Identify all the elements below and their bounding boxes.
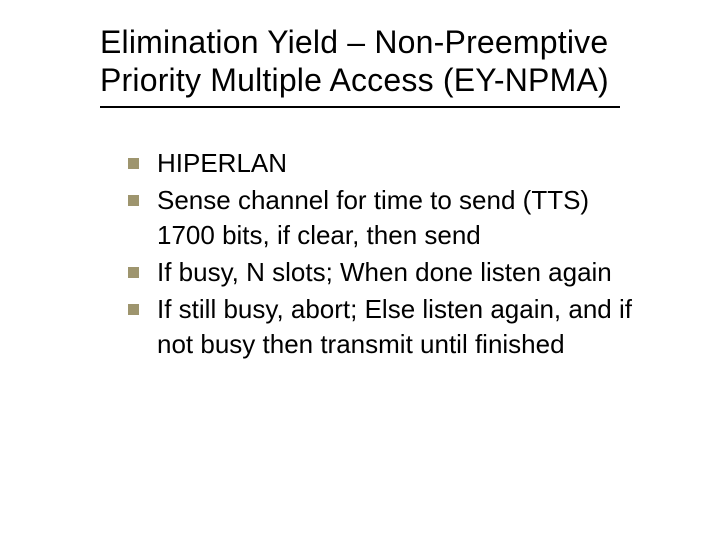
square-bullet-icon bbox=[128, 195, 139, 206]
slide-body: HIPERLAN Sense channel for time to send … bbox=[128, 146, 648, 365]
title-underline bbox=[100, 106, 620, 108]
slide: Elimination Yield – Non-Preemptive Prior… bbox=[0, 0, 720, 540]
list-item: Sense channel for time to send (TTS) 170… bbox=[128, 183, 648, 253]
list-item: HIPERLAN bbox=[128, 146, 648, 181]
square-bullet-icon bbox=[128, 304, 139, 315]
list-item-text: Sense channel for time to send (TTS) 170… bbox=[157, 183, 648, 253]
square-bullet-icon bbox=[128, 158, 139, 169]
square-bullet-icon bbox=[128, 267, 139, 278]
list-item: If busy, N slots; When done listen again bbox=[128, 255, 648, 290]
list-item-text: If still busy, abort; Else listen again,… bbox=[157, 292, 648, 362]
list-item-text: HIPERLAN bbox=[157, 146, 648, 181]
list-item: If still busy, abort; Else listen again,… bbox=[128, 292, 648, 362]
slide-title: Elimination Yield – Non-Preemptive Prior… bbox=[100, 24, 660, 100]
list-item-text: If busy, N slots; When done listen again bbox=[157, 255, 648, 290]
